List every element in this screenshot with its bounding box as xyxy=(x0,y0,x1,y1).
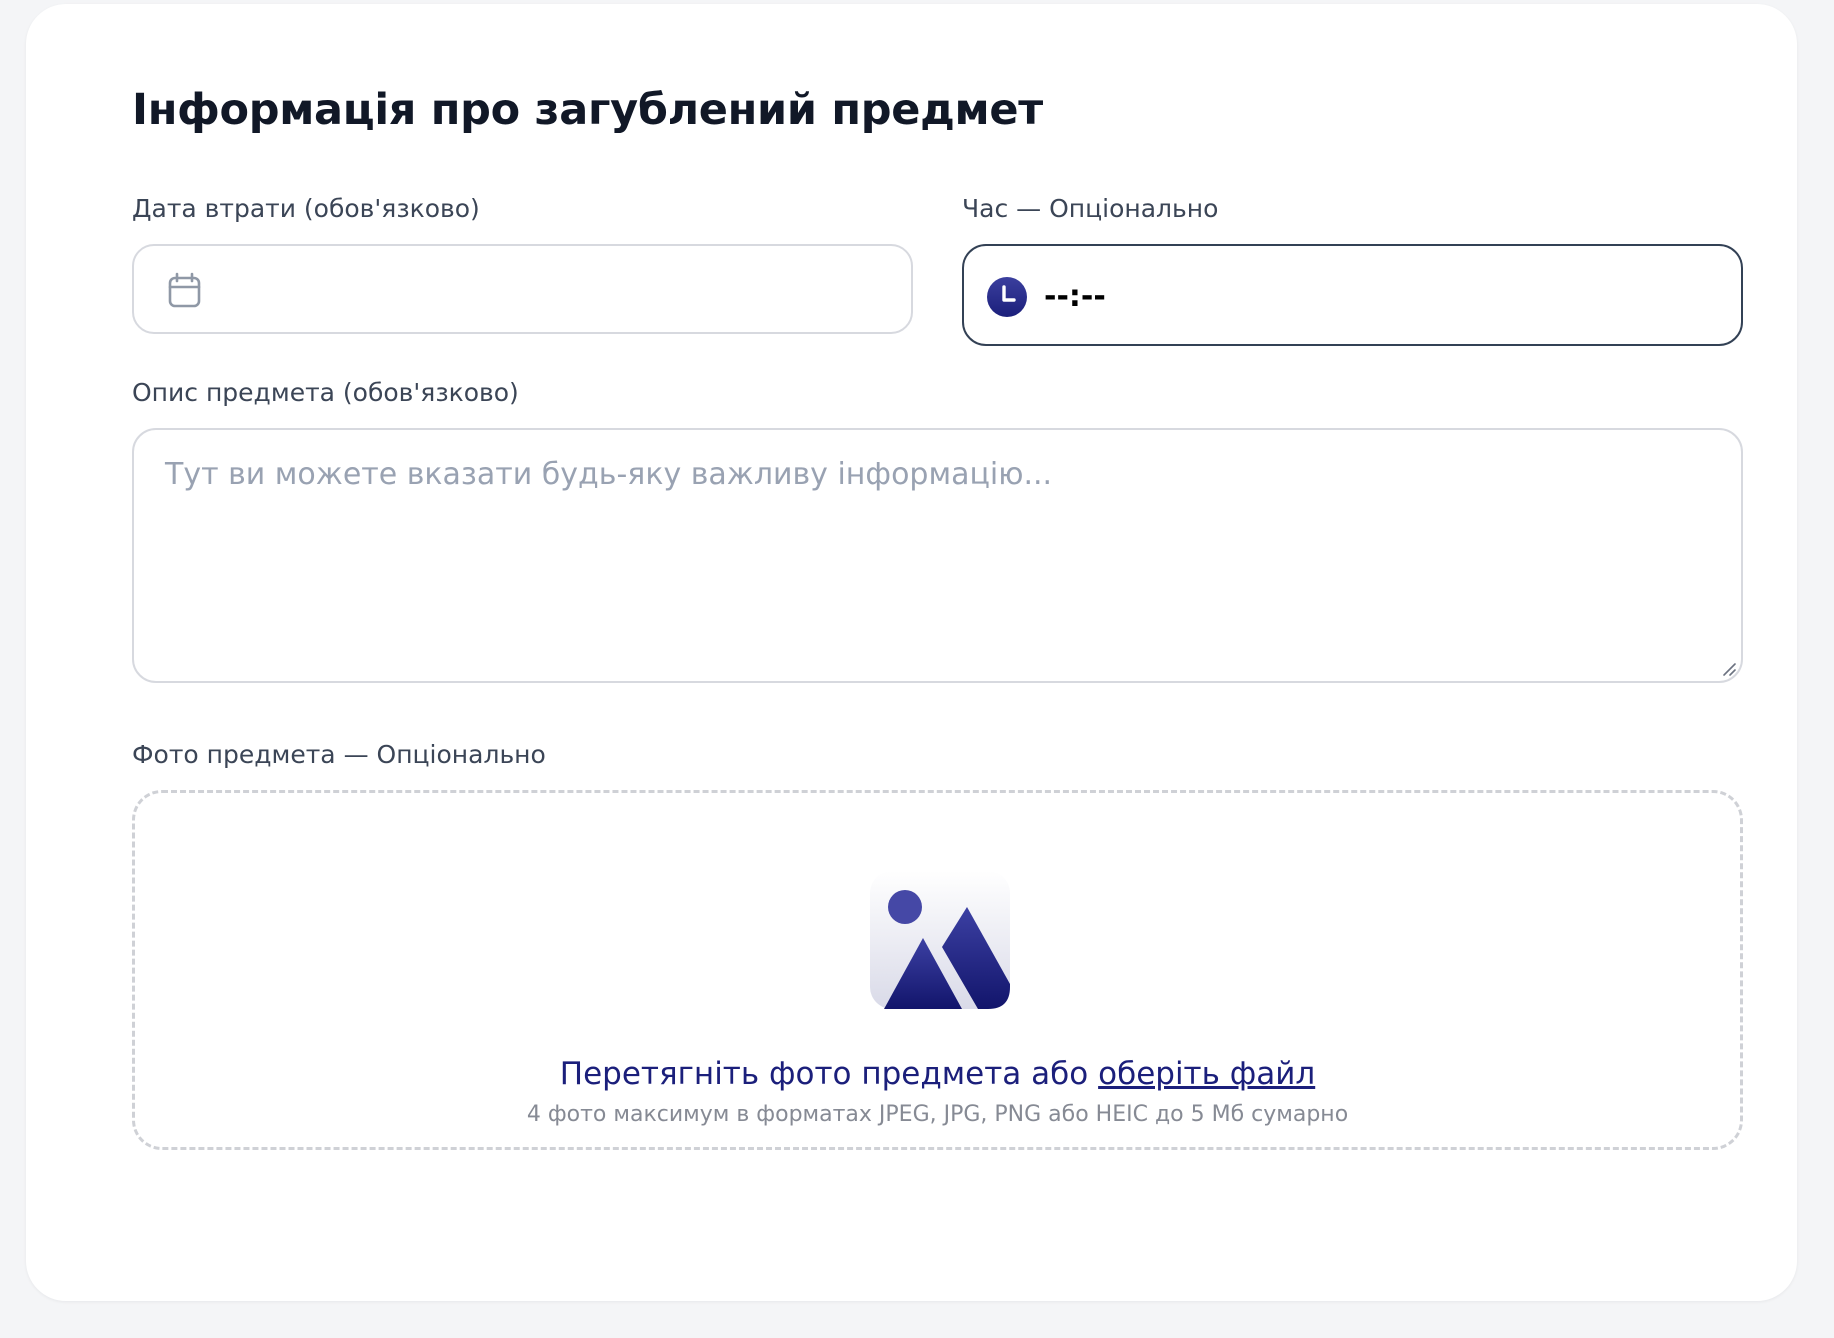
date-label: Дата втрати (обов'язково) xyxy=(132,194,480,223)
choose-file-link[interactable]: оберіть файл xyxy=(1098,1056,1315,1092)
description-placeholder: Тут ви можете вказати будь-яку важливу і… xyxy=(165,457,1053,492)
photo-dropzone[interactable]: Перетягніть фото предмета або оберіть фа… xyxy=(132,790,1743,1150)
drag-text: Перетягніть фото предмета або xyxy=(559,1056,1089,1092)
time-value: --:-- xyxy=(1044,279,1106,314)
clock-icon[interactable] xyxy=(986,276,1028,318)
image-icon xyxy=(870,871,1010,1009)
time-input[interactable]: --:-- xyxy=(962,244,1743,346)
photo-label: Фото предмета — Опціонально xyxy=(132,740,546,769)
description-textarea[interactable]: Тут ви можете вказати будь-яку важливу і… xyxy=(132,428,1743,683)
calendar-icon[interactable] xyxy=(164,270,204,310)
section-title: Інформація про загублений предмет xyxy=(132,85,1043,135)
upload-instructions: Перетягніть фото предмета або оберіть фа… xyxy=(135,1052,1740,1096)
date-input[interactable] xyxy=(132,244,913,334)
resize-handle-icon[interactable] xyxy=(1721,661,1737,677)
lost-item-form-card: Інформація про загублений предмет Дата в… xyxy=(26,4,1797,1301)
upload-hint: 4 фото максимум в форматах JPEG, JPG, PN… xyxy=(526,1102,1349,1127)
time-label: Час — Опціонально xyxy=(962,194,1219,223)
description-label: Опис предмета (обов'язково) xyxy=(132,378,519,407)
